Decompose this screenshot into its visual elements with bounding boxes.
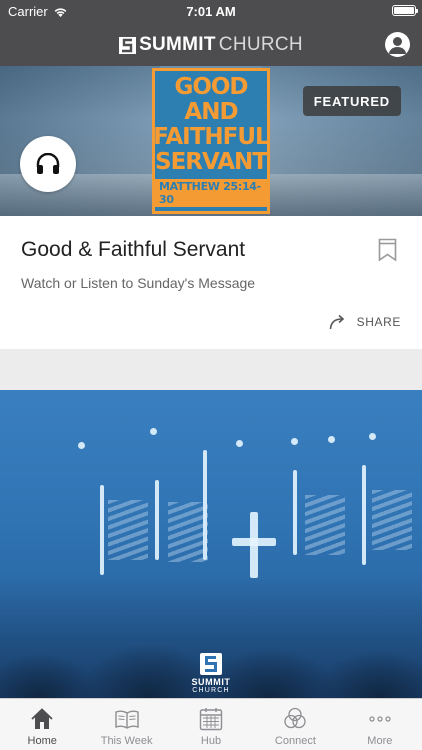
stage-light-dot	[291, 438, 298, 445]
headphones-icon	[36, 153, 60, 174]
share-arrow-icon	[329, 314, 344, 330]
battery-icon	[392, 5, 418, 16]
tab-bar: Home This Week Hub Connect More	[0, 698, 422, 750]
watermark-summit-text: SUMMIT	[191, 677, 231, 687]
tab-home-label: Home	[27, 735, 57, 747]
more-dots-icon	[369, 716, 391, 722]
sermon-art-line-3: SERVANT	[155, 149, 268, 175]
sermon-art-line-2: FAITHFUL	[153, 124, 269, 150]
card-title: Good & Faithful Servant	[21, 238, 246, 261]
tab-connect[interactable]: Connect	[253, 699, 337, 750]
tab-this-week[interactable]: This Week	[84, 699, 168, 750]
tab-more-label: More	[367, 735, 393, 747]
tab-more[interactable]: More	[338, 699, 422, 750]
share-button[interactable]: SHARE	[329, 314, 401, 330]
stage-light-bar	[362, 465, 366, 565]
stage-light-dot	[369, 433, 376, 440]
stage-light-dot	[236, 440, 243, 447]
book-icon	[114, 710, 139, 729]
summit-church-logo: SUMMIT CHURCH	[0, 34, 422, 56]
watermark-church-text: CHURCH	[192, 687, 230, 694]
stage-light-dot	[150, 428, 157, 435]
share-label: SHARE	[356, 315, 401, 329]
tab-hub[interactable]: Hub	[169, 699, 253, 750]
tab-connect-label: Connect	[274, 735, 316, 747]
listen-audio-button[interactable]	[20, 136, 76, 192]
stage-panel	[305, 495, 345, 555]
calendar-icon	[199, 708, 223, 731]
worship-hero-card[interactable]: SUMMIT CHURCH	[0, 390, 422, 698]
connect-circles-icon	[284, 707, 307, 729]
featured-hero-image[interactable]: GOOD AND FAITHFUL SERVANT MATTHEW 25:14-…	[0, 66, 422, 216]
featured-sermon-card[interactable]: GOOD AND FAITHFUL SERVANT MATTHEW 25:14-…	[0, 66, 422, 349]
clock: 7:01 AM	[186, 4, 236, 19]
tab-this-week-label: This Week	[100, 735, 153, 747]
stage-light-dot	[78, 442, 85, 449]
summit-s-logo-icon	[119, 36, 137, 54]
summit-s-logo-icon	[200, 653, 222, 675]
summit-church-watermark-logo: SUMMIT CHURCH	[0, 653, 422, 694]
bookmark-icon[interactable]	[378, 238, 397, 262]
tab-hub-label: Hub	[200, 735, 222, 747]
stage-panel	[108, 500, 148, 560]
sermon-art-line-1: GOOD AND	[174, 74, 248, 125]
featured-badge: FEATURED	[302, 86, 401, 116]
stage-panel	[372, 490, 412, 550]
user-profile-icon	[389, 37, 406, 54]
stage-panel	[168, 502, 208, 562]
stage-light-dot	[328, 436, 335, 443]
home-icon	[31, 708, 53, 729]
stage-light-bar	[155, 480, 159, 560]
stage-light-bar	[100, 485, 104, 575]
card-subtitle: Watch or Listen to Sunday's Message	[21, 275, 256, 291]
tab-home[interactable]: Home	[0, 699, 84, 750]
nav-bar: SUMMIT CHURCH	[0, 22, 422, 66]
status-bar: Carrier 7:01 AM	[0, 0, 422, 22]
cross-horizontal	[232, 538, 276, 546]
sermon-artwork: GOOD AND FAITHFUL SERVANT MATTHEW 25:14-…	[152, 68, 270, 214]
sermon-art-reference: MATTHEW 25:14-30	[155, 179, 267, 207]
logo-church-text: CHURCH	[218, 34, 303, 55]
logo-summit-text: SUMMIT	[139, 34, 216, 55]
battery-level	[394, 7, 414, 14]
stage-light-bar	[293, 470, 297, 555]
profile-button[interactable]	[385, 32, 410, 57]
